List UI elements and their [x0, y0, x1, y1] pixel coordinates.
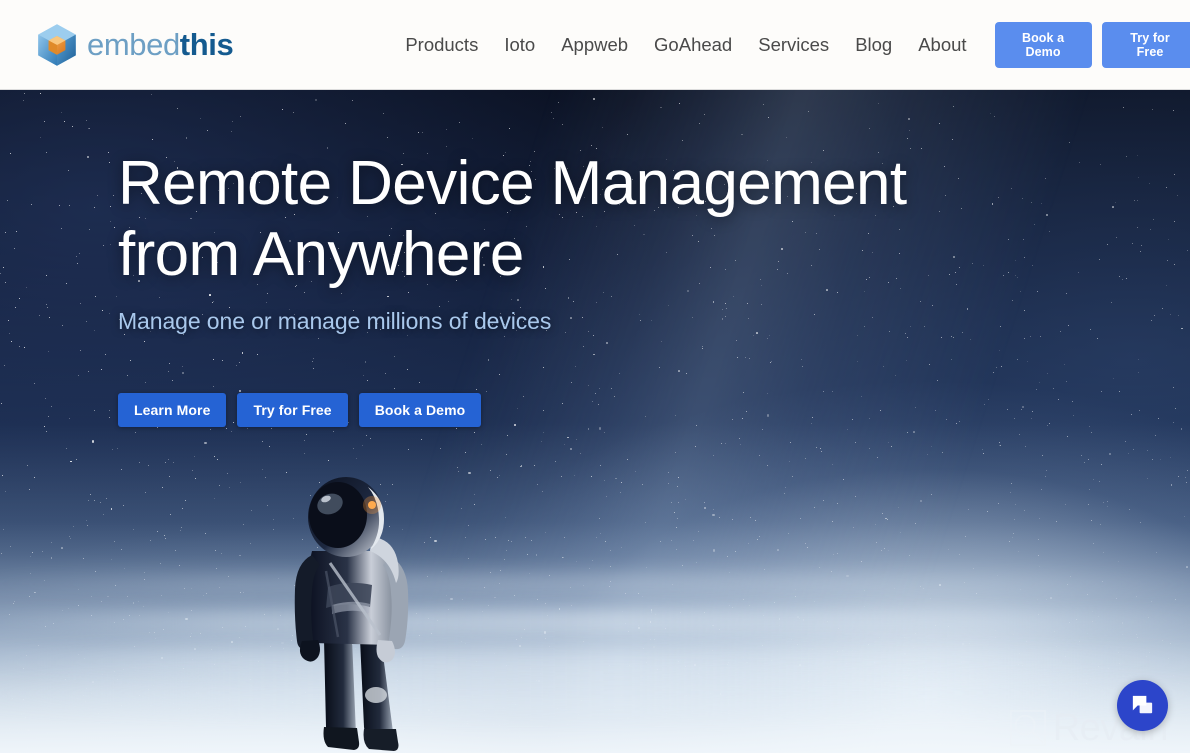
header-book-demo-button[interactable]: Book a Demo: [994, 21, 1092, 68]
horizon-mist: [0, 423, 1190, 753]
header-book-demo-line1: Book a: [1021, 30, 1065, 45]
hero-content: Remote Device Management from Anywhere M…: [118, 148, 907, 427]
nav-item-goahead[interactable]: GoAhead: [654, 34, 732, 56]
hero-title: Remote Device Management from Anywhere: [118, 148, 907, 290]
nav-item-ioto[interactable]: Ioto: [504, 34, 535, 56]
mist-band: [0, 575, 1190, 593]
header-try-free-line1: Try for: [1130, 30, 1170, 45]
hero-try-free-button[interactable]: Try for Free: [237, 393, 348, 427]
brand-logo-link[interactable]: embedthis: [36, 23, 234, 67]
nav-item-services[interactable]: Services: [758, 34, 829, 56]
brand-this-text: this: [179, 27, 234, 62]
header-try-free-line2: Free: [1136, 44, 1164, 59]
header-try-free-button[interactable]: Try for Free: [1101, 21, 1190, 68]
main-navigation: Products Ioto Appweb GoAhead Services Bl…: [405, 34, 966, 56]
mist-band: [0, 609, 1190, 635]
page-root: embedthis Products Ioto Appweb GoAhead S…: [0, 0, 1190, 753]
chat-widget-button[interactable]: [1117, 680, 1168, 731]
revain-magnifier-icon: [1009, 710, 1046, 746]
header-cta-group: Book a Demo Try for Free: [994, 21, 1190, 68]
header-book-demo-line2: Demo: [1025, 44, 1061, 59]
nav-item-appweb[interactable]: Appweb: [561, 34, 628, 56]
hero-section: Remote Device Management from Anywhere M…: [0, 90, 1190, 753]
hero-title-line2: from Anywhere: [118, 220, 524, 289]
hero-title-line1: Remote Device Management: [118, 149, 907, 218]
mist-band: [0, 673, 1190, 713]
hero-subtitle: Manage one or manage millions of devices: [118, 308, 552, 334]
cube-logo-icon: [38, 23, 76, 66]
hero-learn-more-button[interactable]: Learn More: [118, 393, 227, 427]
hero-book-demo-button[interactable]: Book a Demo: [358, 393, 482, 427]
astronaut-figure: [294, 477, 409, 751]
nav-item-blog[interactable]: Blog: [855, 34, 892, 56]
chat-bubble-icon: [1132, 695, 1153, 714]
brand-wordmark: embedthis: [87, 27, 234, 62]
brand-embed-text: embed: [87, 27, 180, 62]
hero-button-group: Learn More Try for Free Book a Demo: [118, 393, 907, 427]
site-header: embedthis Products Ioto Appweb GoAhead S…: [0, 0, 1190, 90]
nav-item-products[interactable]: Products: [405, 34, 478, 56]
nav-item-about[interactable]: About: [918, 34, 966, 56]
